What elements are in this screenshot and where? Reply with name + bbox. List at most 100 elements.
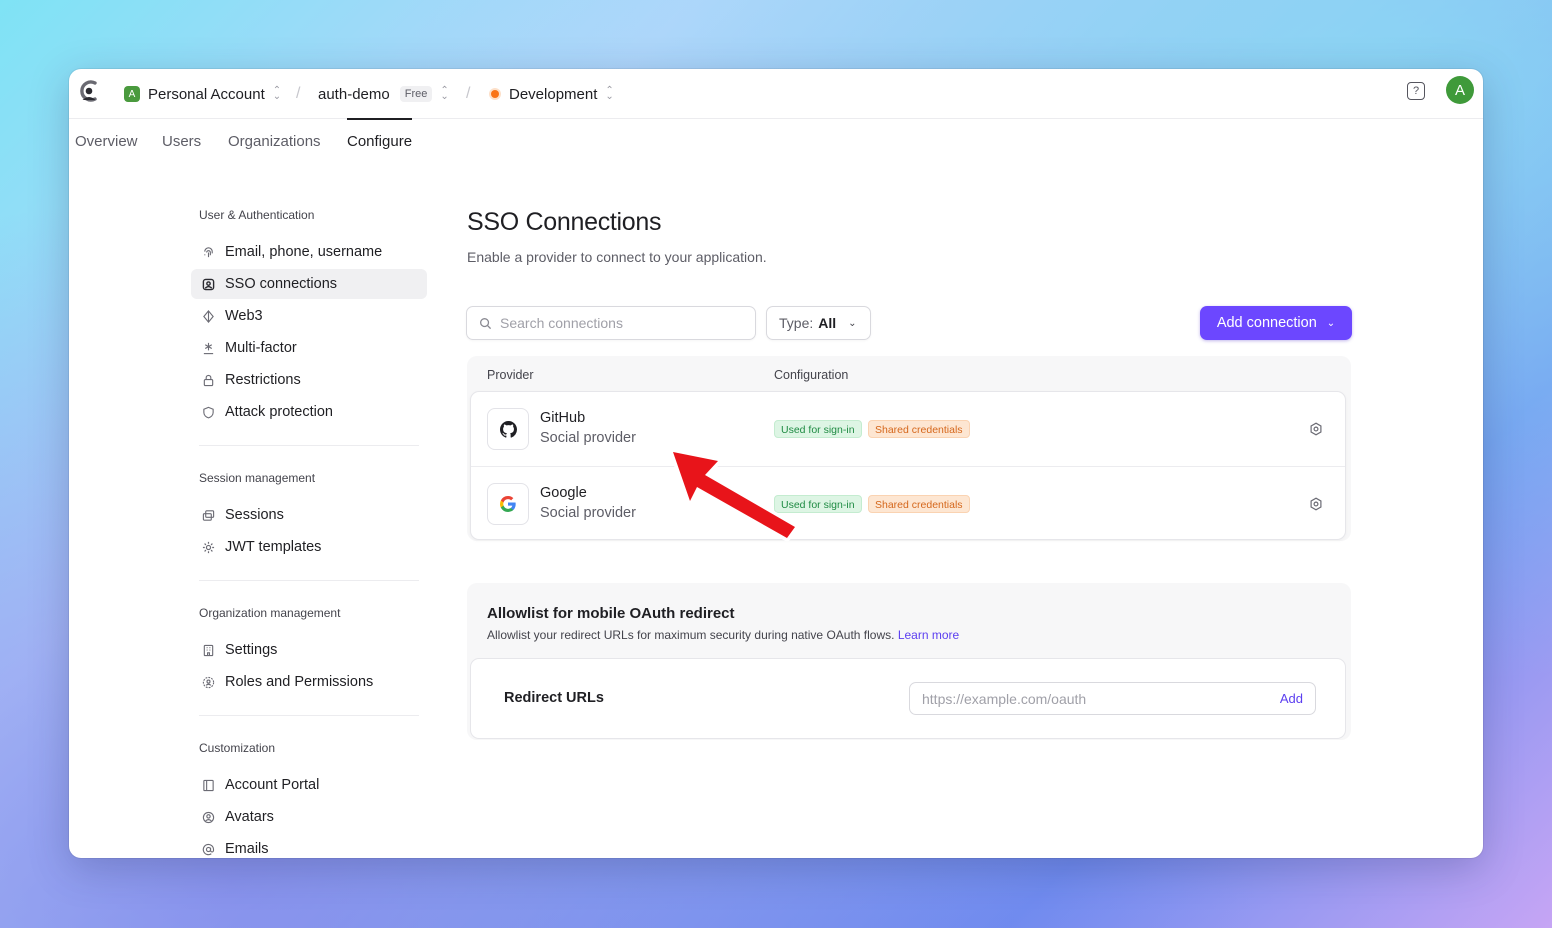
status-badge: Shared credentials <box>868 495 970 513</box>
allowlist-title: Allowlist for mobile OAuth redirect <box>487 605 735 622</box>
user-avatar[interactable]: A <box>1446 76 1474 104</box>
allowlist-description: Allowlist your redirect URLs for maximum… <box>487 628 959 642</box>
sidebar-item-label: Sessions <box>225 507 284 523</box>
google-icon <box>487 483 529 525</box>
shield-icon <box>201 405 215 419</box>
sidebar-group-title: Organization management <box>199 606 341 620</box>
add-redirect-url-button[interactable]: Add <box>1280 691 1303 706</box>
gear-icon[interactable] <box>1309 497 1323 511</box>
jwt-icon <box>201 540 215 554</box>
gear-icon[interactable] <box>1309 422 1323 436</box>
sidebar-item-web3[interactable]: Web3 <box>191 301 427 331</box>
connection-row-google[interactable]: Google Social provider Used for sign-in … <box>471 466 1345 540</box>
top-bar: A Personal Account ⌃ ⌄ / auth-demo Free ⌃… <box>69 69 1483 119</box>
account-badge: A <box>124 86 140 102</box>
type-filter-label: Type: <box>779 315 814 331</box>
sidebar-item-jwt-templates[interactable]: JWT templates <box>191 532 427 562</box>
sidebar-item-attack-protection[interactable]: Attack protection <box>191 397 427 427</box>
sidebar-group-title: User & Authentication <box>199 208 315 222</box>
sidebar-divider <box>199 715 419 716</box>
redirect-urls-card: Redirect URLs https://example.com/oauth … <box>470 658 1346 739</box>
sidebar-divider <box>199 445 419 446</box>
learn-more-link[interactable]: Learn more <box>898 628 959 642</box>
account-name: Personal Account <box>148 85 265 103</box>
allowlist-description-text: Allowlist your redirect URLs for maximum… <box>487 628 895 642</box>
sidebar-item-avatars[interactable]: Avatars <box>191 802 427 832</box>
sso-icon <box>201 277 215 291</box>
provider-name: Google <box>540 485 587 501</box>
sidebar-item-label: Account Portal <box>225 777 320 793</box>
breadcrumb-separator: / <box>466 85 471 102</box>
add-connection-label: Add connection <box>1216 315 1317 331</box>
updown-icon: ⌃ ⌄ <box>605 85 614 102</box>
sidebar-item-account-portal[interactable]: Account Portal <box>191 770 427 800</box>
sidebar-divider <box>199 580 419 581</box>
tab-overview[interactable]: Overview <box>75 119 138 165</box>
updown-icon: ⌃ ⌄ <box>272 85 282 102</box>
tab-users[interactable]: Users <box>162 119 201 165</box>
breadcrumb-separator: / <box>296 85 301 102</box>
app-switcher[interactable]: auth-demo Free ⌃ ⌄ <box>318 69 449 119</box>
sidebar-item-sessions[interactable]: Sessions <box>191 500 427 530</box>
status-badge: Used for sign-in <box>774 495 862 513</box>
fingerprint-icon <box>201 245 215 259</box>
search-input[interactable]: Search connections <box>466 306 756 340</box>
web3-icon <box>201 309 215 323</box>
help-button[interactable]: ? <box>1407 82 1425 100</box>
connections-table: Provider Configuration GitHub Social pro… <box>467 356 1351 541</box>
status-badge: Shared credentials <box>868 420 970 438</box>
sidebar-item-label: SSO connections <box>225 276 338 292</box>
sidebar-item-emails[interactable]: Emails <box>191 834 427 858</box>
app-window: A Personal Account ⌃ ⌄ / auth-demo Free ⌃… <box>69 69 1483 858</box>
sidebar-item-restrictions[interactable]: Restrictions <box>191 365 427 395</box>
tab-organizations[interactable]: Organizations <box>228 119 321 165</box>
type-filter-dropdown[interactable]: Type: All ⌄ <box>766 306 871 340</box>
clerk-logo-icon[interactable] <box>77 78 101 104</box>
sidebar-item-label: Roles and Permissions <box>225 674 374 690</box>
sidebar-item-settings[interactable]: Settings <box>191 635 427 665</box>
sidebar-item-multi-factor[interactable]: Multi-factor <box>191 333 427 363</box>
tab-configure[interactable]: Configure <box>347 118 413 165</box>
environment-name: Development <box>509 85 598 103</box>
chevron-down-icon: ⌄ <box>848 317 857 329</box>
redirect-url-input[interactable]: https://example.com/oauth Add <box>909 682 1316 715</box>
sidebar-item-label: Settings <box>225 642 278 658</box>
allowlist-section: Allowlist for mobile OAuth redirect Allo… <box>467 583 1351 740</box>
redirect-urls-label: Redirect URLs <box>504 690 604 706</box>
sidebar-item-label: Emails <box>225 841 269 857</box>
page-subtitle: Enable a provider to connect to your app… <box>467 249 767 265</box>
lock-icon <box>201 373 215 387</box>
sidebar-item-roles-and-permissions[interactable]: Roles and Permissions <box>191 667 427 697</box>
avatar-icon <box>201 810 215 824</box>
sidebar-item-label: Email, phone, username <box>225 244 383 260</box>
provider-type: Social provider <box>540 505 636 521</box>
sidebar-group-title: Customization <box>199 741 276 755</box>
provider-type: Social provider <box>540 430 636 446</box>
connection-row-github[interactable]: GitHub Social provider Used for sign-in … <box>471 392 1345 466</box>
sidebar-group-title: Session management <box>199 471 316 485</box>
sidebar-item-email-phone-username[interactable]: Email, phone, username <box>191 237 427 267</box>
account-switcher[interactable]: A Personal Account ⌃ ⌄ <box>124 69 281 119</box>
sidebar-item-label: Restrictions <box>225 372 301 388</box>
provider-name: GitHub <box>540 410 586 426</box>
at-icon <box>201 842 215 856</box>
chevron-down-icon: ⌄ <box>1326 317 1336 329</box>
column-header-provider: Provider <box>487 368 534 382</box>
sidebar-item-sso-connections[interactable]: SSO connections <box>191 269 427 299</box>
sidebar-item-label: JWT templates <box>225 539 322 555</box>
add-connection-button[interactable]: Add connection ⌄ <box>1200 306 1352 340</box>
search-placeholder: Search connections <box>500 315 623 331</box>
portal-icon <box>201 778 215 792</box>
status-badge: Used for sign-in <box>774 420 862 438</box>
sessions-icon <box>201 508 215 522</box>
app-name: auth-demo <box>318 85 390 103</box>
tab-bar: Overview Users Organizations Configure <box>69 118 1483 165</box>
environment-switcher[interactable]: Development ⌃ ⌄ <box>491 69 614 119</box>
asterisk-icon <box>201 341 215 355</box>
type-filter-value: All <box>818 315 837 331</box>
github-icon <box>487 408 529 450</box>
sidebar-item-label: Multi-factor <box>225 340 297 356</box>
redirect-url-placeholder: https://example.com/oauth <box>922 690 1087 707</box>
connections-list: GitHub Social provider Used for sign-in … <box>470 391 1346 540</box>
column-header-configuration: Configuration <box>774 368 849 382</box>
